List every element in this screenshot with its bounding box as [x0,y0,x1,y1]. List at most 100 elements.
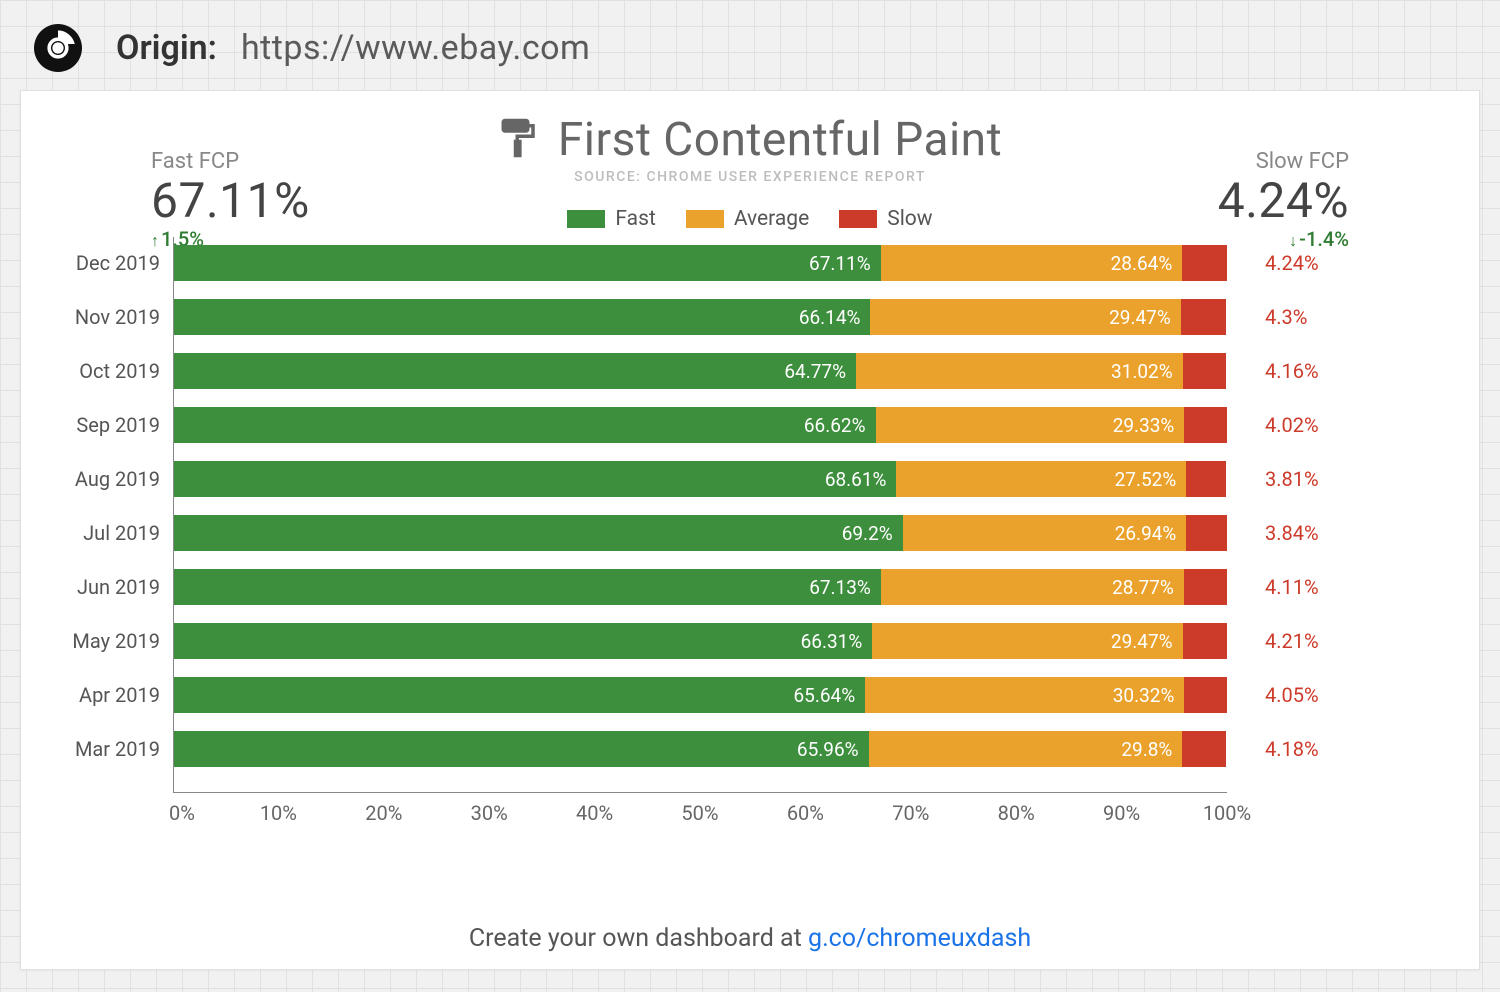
slow-value-label: 4.24% [1265,251,1365,275]
slow-value-label: 4.05% [1265,683,1365,707]
x-tick: 50% [681,801,718,825]
page-header: Origin: https://www.ebay.com [0,0,1500,90]
footer-text: Create your own dashboard at [469,924,808,953]
bar-segment-slow [1183,623,1227,659]
row-label: Dec 2019 [32,251,160,275]
slow-fcp-label: Slow FCP [1218,149,1349,174]
x-tick: 100% [1203,801,1251,825]
bar-segment-slow [1186,461,1226,497]
chart-row: Nov 201966.14%29.47%4.3% [174,295,1227,339]
fcp-card: Fast FCP 67.11% ↑1.5% Slow FCP 4.24% ↓-1… [20,90,1480,970]
legend-slow: Slow [839,207,932,231]
origin-url: https://www.ebay.com [241,28,590,68]
row-label: May 2019 [32,629,160,653]
x-tick: 40% [576,801,613,825]
bar-segment-fast: 67.13% [174,569,881,605]
row-label: Apr 2019 [32,683,160,707]
x-axis: 0%10%20%30%40%50%60%70%80%90%100% [173,797,1227,827]
x-tick: 0% [169,801,195,825]
bar-segment-avg: 30.32% [865,677,1184,713]
chart-title: First Contentful Paint [558,113,1002,167]
bar-segment-slow [1183,353,1227,389]
bar-segment-slow [1184,569,1227,605]
x-tick: 30% [471,801,508,825]
stacked-bar: 66.62%29.33% [174,407,1227,443]
bar-segment-avg: 28.64% [881,245,1183,281]
legend-swatch-slow [839,210,877,228]
footer: Create your own dashboard at g.co/chrome… [21,924,1479,953]
bar-segment-fast: 67.11% [174,245,881,281]
bar-segment-slow [1181,299,1226,335]
chart-row: Jul 201969.2%26.94%3.84% [174,511,1227,555]
origin-label: Origin: [116,28,217,68]
legend-swatch-fast [567,210,605,228]
slow-value-label: 4.21% [1265,629,1365,653]
bar-segment-avg: 31.02% [856,353,1183,389]
bar-segment-fast: 66.14% [174,299,870,335]
slow-value-label: 4.11% [1265,575,1365,599]
x-tick: 10% [260,801,297,825]
row-label: Nov 2019 [32,305,160,329]
row-label: Mar 2019 [32,737,160,761]
bar-segment-avg: 29.47% [870,299,1180,335]
footer-link[interactable]: g.co/chromeuxdash [808,924,1031,953]
slow-value-label: 4.18% [1265,737,1365,761]
bar-segment-slow [1182,731,1226,767]
chart-row: Dec 201967.11%28.64%4.24% [174,241,1227,285]
bar-segment-fast: 65.64% [174,677,865,713]
legend-average: Average [686,207,809,231]
slow-value-label: 3.81% [1265,467,1365,491]
legend-swatch-average [686,210,724,228]
fast-fcp-label: Fast FCP [151,149,310,174]
slow-fcp-value: 4.24% [1218,172,1349,229]
stacked-bar: 67.13%28.77% [174,569,1227,605]
row-label: Aug 2019 [32,467,160,491]
x-tick: 80% [998,801,1035,825]
bar-segment-fast: 66.31% [174,623,872,659]
bar-segment-avg: 26.94% [903,515,1187,551]
slow-value-label: 4.16% [1265,359,1365,383]
stacked-bar: 64.77%31.02% [174,353,1227,389]
bar-segment-fast: 69.2% [174,515,903,551]
x-tick: 60% [787,801,824,825]
chart-row: Jun 201967.13%28.77%4.11% [174,565,1227,609]
bar-segment-fast: 66.62% [174,407,876,443]
stacked-bar: 65.96%29.8% [174,731,1227,767]
bar-segment-fast: 68.61% [174,461,896,497]
x-tick: 20% [365,801,402,825]
bar-segment-avg: 29.8% [869,731,1183,767]
bar-segment-slow [1186,515,1226,551]
chart-row: Apr 201965.64%30.32%4.05% [174,673,1227,717]
row-label: Sep 2019 [32,413,160,437]
bar-segment-avg: 29.47% [872,623,1182,659]
bar-segment-slow [1184,407,1226,443]
slow-fcp-stat: Slow FCP 4.24% ↓-1.4% [1218,149,1349,251]
chart-row: Mar 201965.96%29.8%4.18% [174,727,1227,771]
chart: Dec 201967.11%28.64%4.24%Nov 201966.14%2… [33,237,1467,827]
legend-fast: Fast [567,207,655,231]
row-label: Oct 2019 [32,359,160,383]
slow-value-label: 4.3% [1265,305,1365,329]
x-tick: 70% [892,801,929,825]
bar-segment-slow [1182,245,1227,281]
fast-fcp-stat: Fast FCP 67.11% ↑1.5% [151,149,310,251]
chart-row: Sep 201966.62%29.33%4.02% [174,403,1227,447]
bar-segment-fast: 64.77% [174,353,856,389]
chart-row: May 201966.31%29.47%4.21% [174,619,1227,663]
chart-row: Oct 201964.77%31.02%4.16% [174,349,1227,393]
bar-segment-avg: 27.52% [896,461,1186,497]
stacked-bar: 67.11%28.64% [174,245,1227,281]
stacked-bar: 66.31%29.47% [174,623,1227,659]
x-tick: 90% [1103,801,1140,825]
row-label: Jun 2019 [32,575,160,599]
bar-segment-fast: 65.96% [174,731,869,767]
chrome-icon [34,24,82,72]
slow-value-label: 4.02% [1265,413,1365,437]
slow-value-label: 3.84% [1265,521,1365,545]
fast-fcp-value: 67.11% [151,172,310,229]
bar-segment-avg: 29.33% [876,407,1185,443]
stacked-bar: 68.61%27.52% [174,461,1227,497]
paint-roller-icon [498,117,540,163]
bar-segment-slow [1184,677,1227,713]
stacked-bar: 69.2%26.94% [174,515,1227,551]
